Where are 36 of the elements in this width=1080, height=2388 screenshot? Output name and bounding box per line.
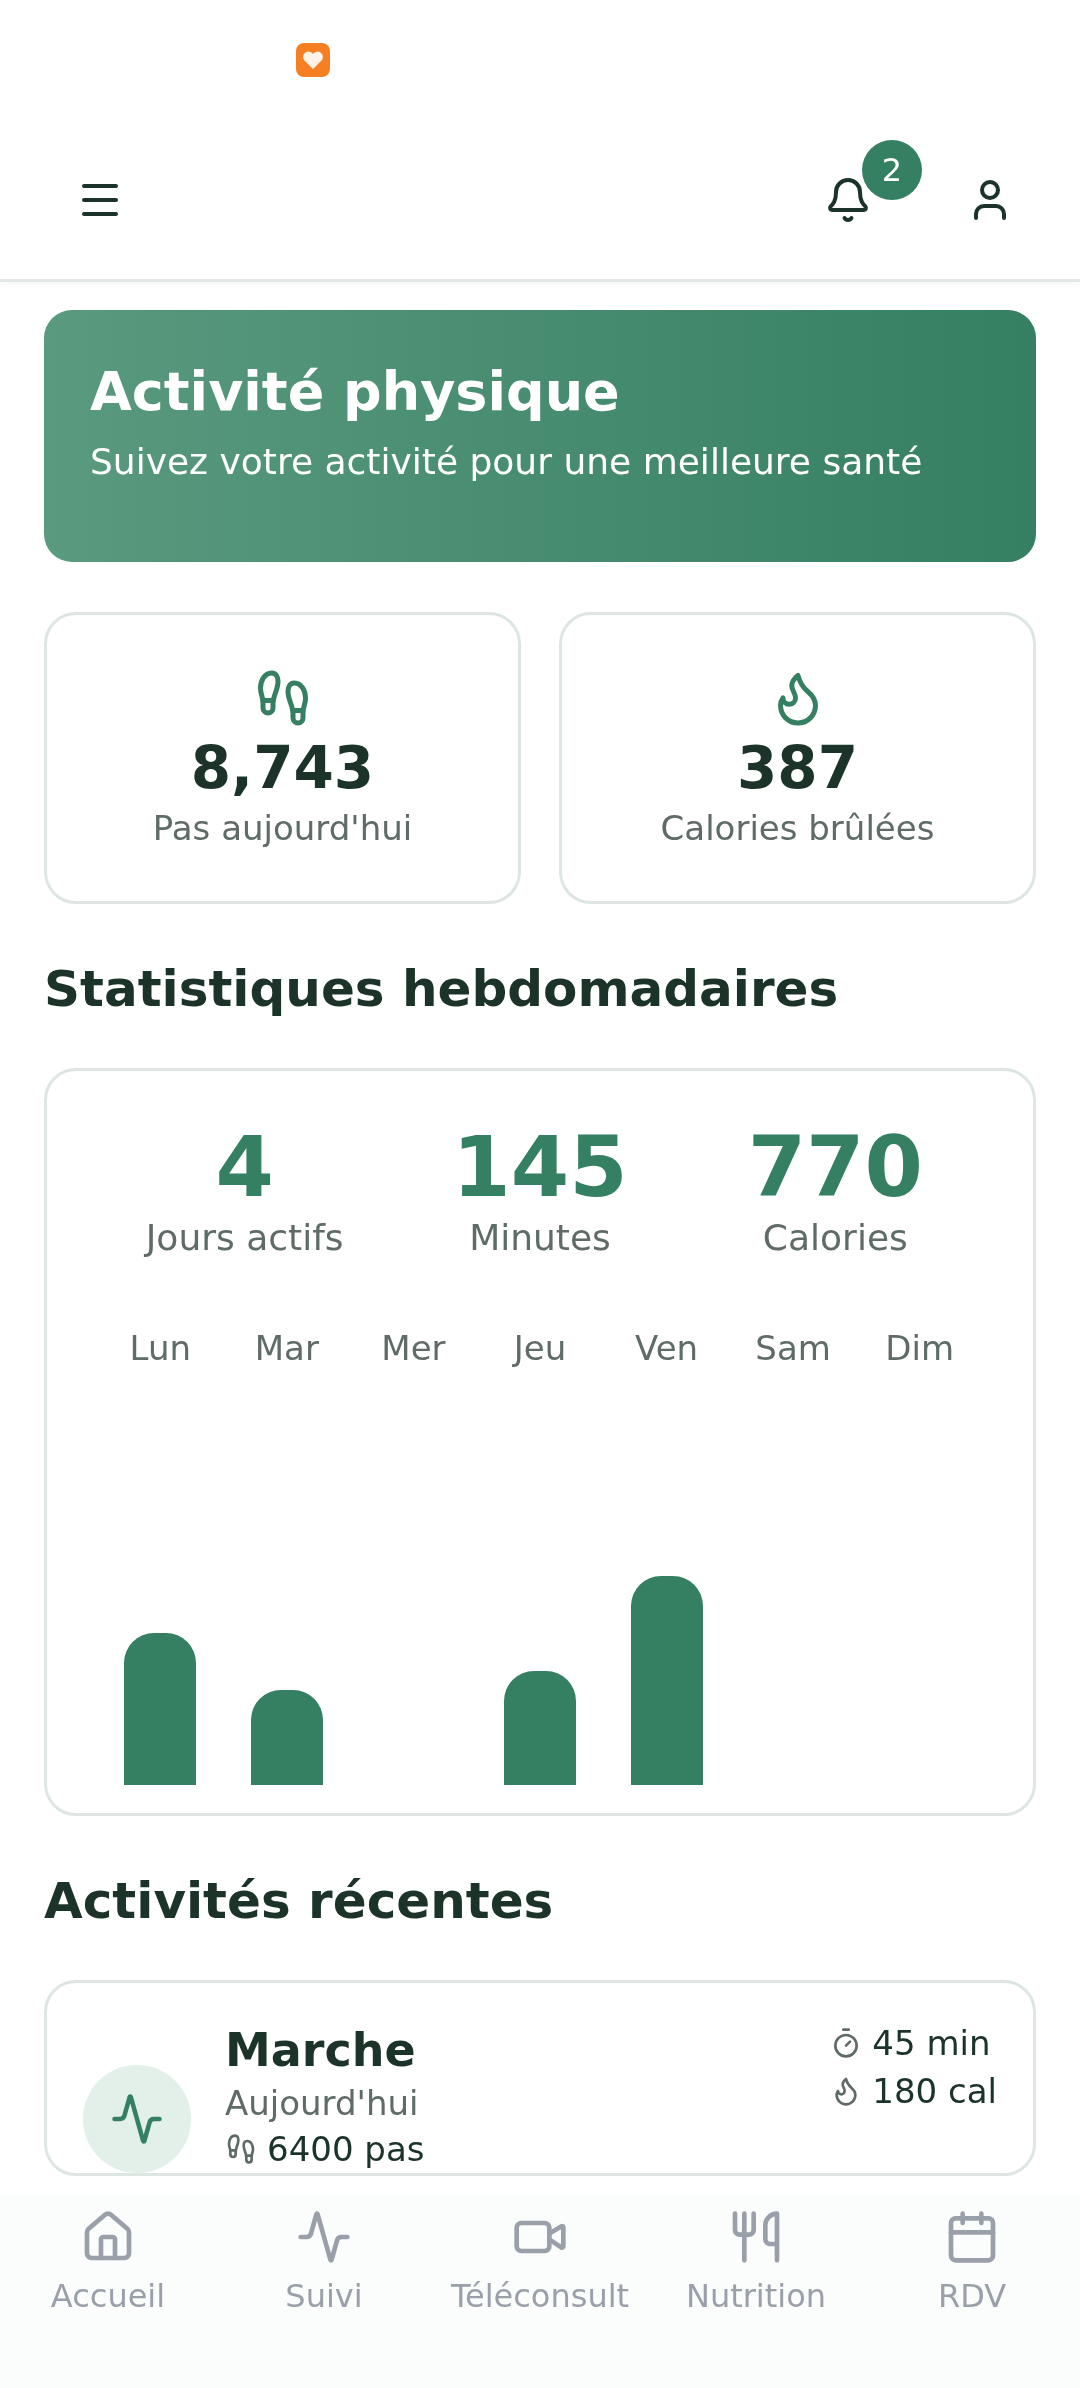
- pulse-icon: [296, 2209, 352, 2265]
- activity-name: Marche: [225, 2023, 417, 2077]
- nav-tab[interactable]: Téléconsult: [432, 2209, 648, 2329]
- activity-card[interactable]: Marche Aujourd'hui 6400 pas 45 min 180 cal: [44, 1980, 1036, 2176]
- summary-label: Minutes: [469, 1217, 611, 1259]
- section-title: Activités récentes: [44, 1872, 555, 1930]
- stat-label: Pas aujourd'hui: [152, 808, 413, 848]
- nav-tab[interactable]: RDV: [864, 2209, 1080, 2329]
- notification-count: 2: [862, 139, 922, 200]
- activity-steps: 6400 pas: [267, 2129, 425, 2169]
- day-label: Lun: [129, 1328, 191, 1369]
- banner-subtitle: Suivez votre activité pour une meilleure santé: [90, 441, 924, 482]
- stat-value: 8,743: [190, 734, 375, 802]
- summary-value: 4: [215, 1121, 274, 1214]
- summary-label: Calories: [762, 1217, 908, 1259]
- stat-value: 387: [736, 734, 859, 802]
- app-notification-icon: [296, 43, 330, 77]
- banner-title: Activité physique: [90, 360, 621, 423]
- day-label: Jeu: [513, 1328, 567, 1369]
- section-title: Statistiques hebdomadaires: [44, 960, 840, 1018]
- day-label: Mar: [254, 1328, 319, 1369]
- summary-value: 145: [452, 1121, 628, 1214]
- activity-calories: 180 cal: [872, 2071, 997, 2111]
- day-label: Dim: [885, 1328, 955, 1369]
- nav-tab[interactable]: Accueil: [0, 2209, 216, 2329]
- nav-tab[interactable]: Suivi: [216, 2209, 432, 2329]
- activity-date: Aujourd'hui: [225, 2083, 420, 2123]
- activity-duration: 45 min: [872, 2023, 991, 2063]
- summary-value: 770: [747, 1121, 923, 1214]
- footprints-icon: [225, 2133, 257, 2165]
- summary-label: Jours actifs: [145, 1217, 344, 1259]
- nav-tab[interactable]: Nutrition: [648, 2209, 864, 2329]
- day-label: Ven: [635, 1328, 699, 1369]
- stat-label: Calories brûlées: [660, 808, 935, 848]
- day-label: Mer: [381, 1328, 446, 1369]
- day-label: Sam: [755, 1328, 831, 1369]
